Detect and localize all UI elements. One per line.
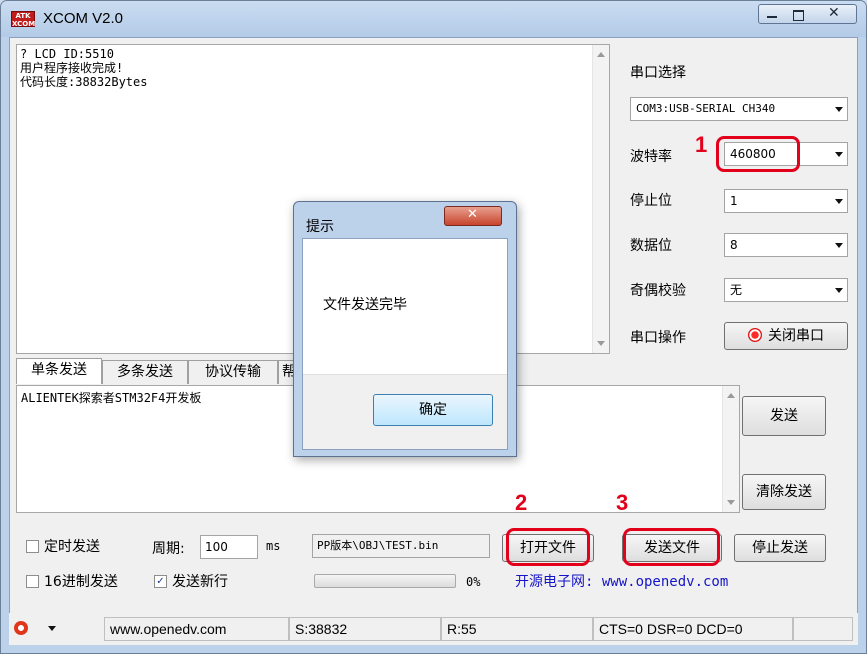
annotation-number: 3 <box>616 490 629 515</box>
timed-send-checkbox[interactable] <box>26 540 39 553</box>
close-port-button[interactable]: 关闭串口 <box>724 322 848 350</box>
stop-bits-value: 1 <box>730 194 738 208</box>
settings-menu-button[interactable] <box>9 617 109 641</box>
dialog-footer: 确定 <box>303 374 507 449</box>
parity-select[interactable]: 无 <box>724 278 848 302</box>
receive-line: 代码长度:38832Bytes <box>20 75 148 89</box>
period-unit: ms <box>266 539 281 553</box>
stop-bits-label: 停止位 <box>630 193 672 209</box>
annotation-number: 1 <box>695 132 708 157</box>
receive-scrollbar[interactable] <box>592 45 609 353</box>
port-value: COM3:USB-SERIAL CH340 <box>636 102 776 115</box>
period-input[interactable]: 100 <box>200 535 258 559</box>
status-bar: www.openedv.com S:38832 R:55 CTS=0 DSR=0… <box>9 613 858 645</box>
chevron-down-icon <box>47 626 56 631</box>
chevron-down-icon <box>835 288 843 293</box>
chevron-down-icon <box>835 107 843 112</box>
clear-send-button[interactable]: 清除发送 <box>742 474 826 510</box>
scroll-up-icon[interactable] <box>597 52 605 57</box>
minimize-button[interactable] <box>758 4 786 24</box>
window-title: XCOM V2.0 <box>43 10 124 27</box>
annotation-number: 2 <box>515 490 528 515</box>
data-bits-value: 8 <box>730 238 738 252</box>
send-newline-label: 发送新行 <box>172 574 228 590</box>
chevron-down-icon <box>835 152 843 157</box>
dialog-title: 提示 <box>306 219 334 235</box>
dialog-close-button[interactable]: ✕ <box>444 206 502 226</box>
maximize-button[interactable] <box>785 4 812 24</box>
parity-label: 奇偶校验 <box>630 283 686 299</box>
app-logo-icon: ATK XCOM <box>11 11 36 28</box>
scroll-down-icon[interactable] <box>727 500 735 505</box>
file-path-field[interactable]: PP版本\OBJ\TEST.bin <box>312 534 490 558</box>
send-button[interactable]: 发送 <box>742 396 826 436</box>
tab-protocol[interactable]: 协议传输 <box>188 360 278 384</box>
timed-send-label: 定时发送 <box>44 539 100 555</box>
hex-send-checkbox[interactable] <box>26 575 39 588</box>
chevron-down-icon <box>835 199 843 204</box>
dialog-message: 文件发送完毕 <box>323 297 407 313</box>
file-path-value: PP版本\OBJ\TEST.bin <box>317 539 439 552</box>
title-bar: ATK XCOM XCOM V2.0 ✕ <box>1 1 866 37</box>
annotation-highlight <box>716 136 800 172</box>
send-newline-checkbox[interactable]: ✓ <box>154 575 167 588</box>
stop-bits-select[interactable]: 1 <box>724 189 848 213</box>
message-dialog: 提示 ✕ 文件发送完毕 确定 <box>293 201 517 457</box>
progress-percent: 0% <box>466 575 481 589</box>
settings-icon <box>14 621 28 635</box>
port-operation-label: 串口操作 <box>630 330 686 346</box>
port-label: 串口选择 <box>630 65 686 81</box>
scroll-up-icon[interactable] <box>727 393 735 398</box>
send-text: ALIENTEK探索者STM32F4开发板 <box>21 391 202 405</box>
tab-single-send[interactable]: 单条发送 <box>16 358 102 384</box>
status-sent-count: S:38832 <box>289 617 441 641</box>
site-label[interactable]: 开源电子网: www.openedv.com <box>515 571 728 591</box>
status-url: www.openedv.com <box>104 617 289 641</box>
hex-send-label: 16进制发送 <box>44 574 118 590</box>
status-received-count: R:55 <box>441 617 593 641</box>
dialog-body: 文件发送完毕 确定 <box>302 238 508 450</box>
xcom-window: ATK XCOM XCOM V2.0 ✕ ? LCD ID:5510 用户程序接收… <box>0 0 867 654</box>
period-label: 周期: <box>152 541 185 557</box>
send-progress-bar <box>314 574 456 588</box>
annotation-highlight <box>623 528 720 566</box>
close-icon: ✕ <box>828 5 840 21</box>
maximize-icon <box>793 10 804 21</box>
period-value: 100 <box>205 540 228 554</box>
receive-line: 用户程序接收完成! <box>20 61 124 75</box>
minimize-icon <box>767 16 777 18</box>
annotation-highlight <box>506 528 590 566</box>
parity-value: 无 <box>730 283 743 297</box>
close-icon: ✕ <box>467 207 478 222</box>
ok-button[interactable]: 确定 <box>373 394 493 426</box>
port-select[interactable]: COM3:USB-SERIAL CH340 <box>630 97 848 121</box>
close-button[interactable]: ✕ <box>811 4 857 24</box>
data-bits-select[interactable]: 8 <box>724 233 848 257</box>
scroll-down-icon[interactable] <box>597 341 605 346</box>
receive-line: ? LCD ID:5510 <box>20 47 114 61</box>
status-modem-lines: CTS=0 DSR=0 DCD=0 <box>593 617 793 641</box>
baud-label: 波特率 <box>630 149 672 165</box>
port-status-icon <box>748 328 762 342</box>
chevron-down-icon <box>835 243 843 248</box>
send-scrollbar[interactable] <box>722 386 739 512</box>
resize-grip[interactable] <box>793 617 853 641</box>
data-bits-label: 数据位 <box>630 238 672 254</box>
tab-multi-send[interactable]: 多条发送 <box>102 360 188 384</box>
stop-send-button[interactable]: 停止发送 <box>734 534 826 562</box>
close-port-label: 关闭串口 <box>768 328 824 344</box>
